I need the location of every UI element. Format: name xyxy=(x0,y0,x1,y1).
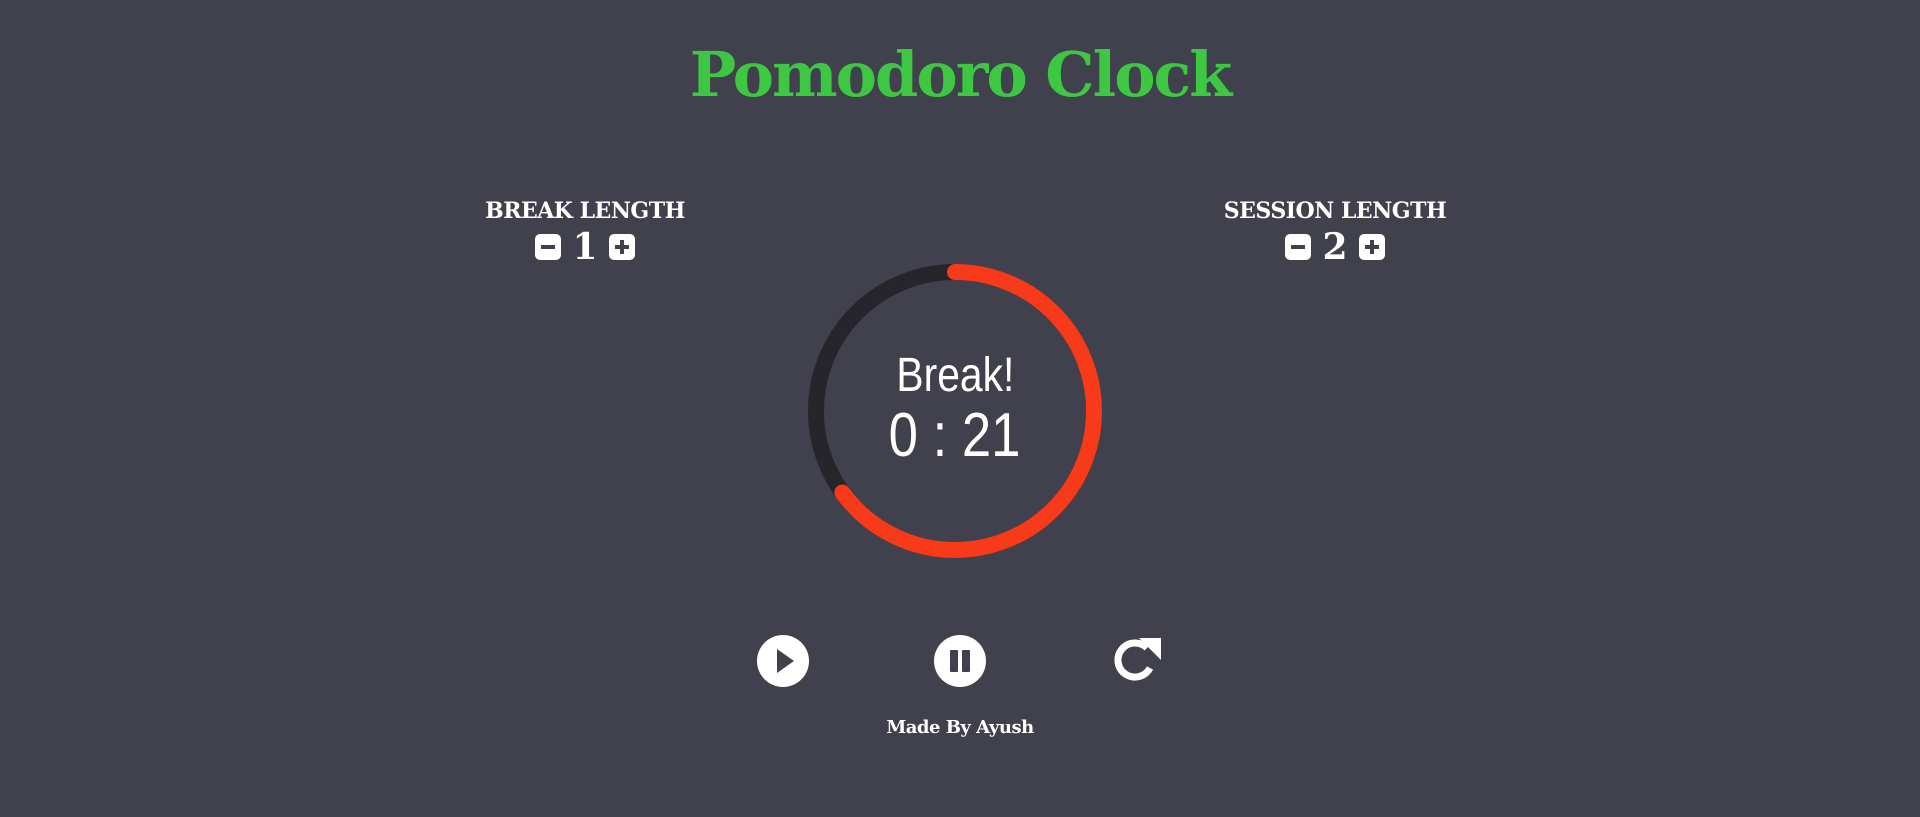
session-length-label: SESSION LENGTH xyxy=(1223,198,1447,224)
pause-button[interactable] xyxy=(933,634,987,688)
session-decrement-button[interactable] xyxy=(1285,234,1311,260)
minus-square-icon xyxy=(1291,245,1305,249)
timer-mode-label: Break! xyxy=(896,349,1014,402)
break-increment-button[interactable] xyxy=(609,234,635,260)
session-length-value: 2 xyxy=(1322,226,1348,268)
session-length-panel: SESSION LENGTH 2 xyxy=(1185,196,1485,268)
timer-countdown: 0 : 21 xyxy=(889,401,1021,470)
play-button[interactable] xyxy=(756,634,810,688)
break-length-value: 1 xyxy=(572,226,598,268)
author-credit: Made By Ayush xyxy=(886,717,1034,738)
timer-readout: Break! 0 : 21 xyxy=(807,263,1103,559)
session-length-controls: 2 xyxy=(1185,226,1485,268)
reset-button[interactable] xyxy=(1109,634,1163,688)
timer-dial: Break! 0 : 21 xyxy=(807,263,1103,559)
redo-icon xyxy=(1114,638,1161,681)
break-length-panel: BREAK LENGTH 1 xyxy=(435,196,735,268)
pause-circle-icon xyxy=(934,635,986,687)
session-increment-button[interactable] xyxy=(1359,234,1385,260)
page-title: Pomodoro Clock xyxy=(689,38,1233,111)
break-length-label: BREAK LENGTH xyxy=(485,198,685,224)
play-circle-icon xyxy=(757,635,809,687)
break-length-controls: 1 xyxy=(435,226,735,268)
minus-square-icon xyxy=(541,245,555,249)
break-decrement-button[interactable] xyxy=(535,234,561,260)
